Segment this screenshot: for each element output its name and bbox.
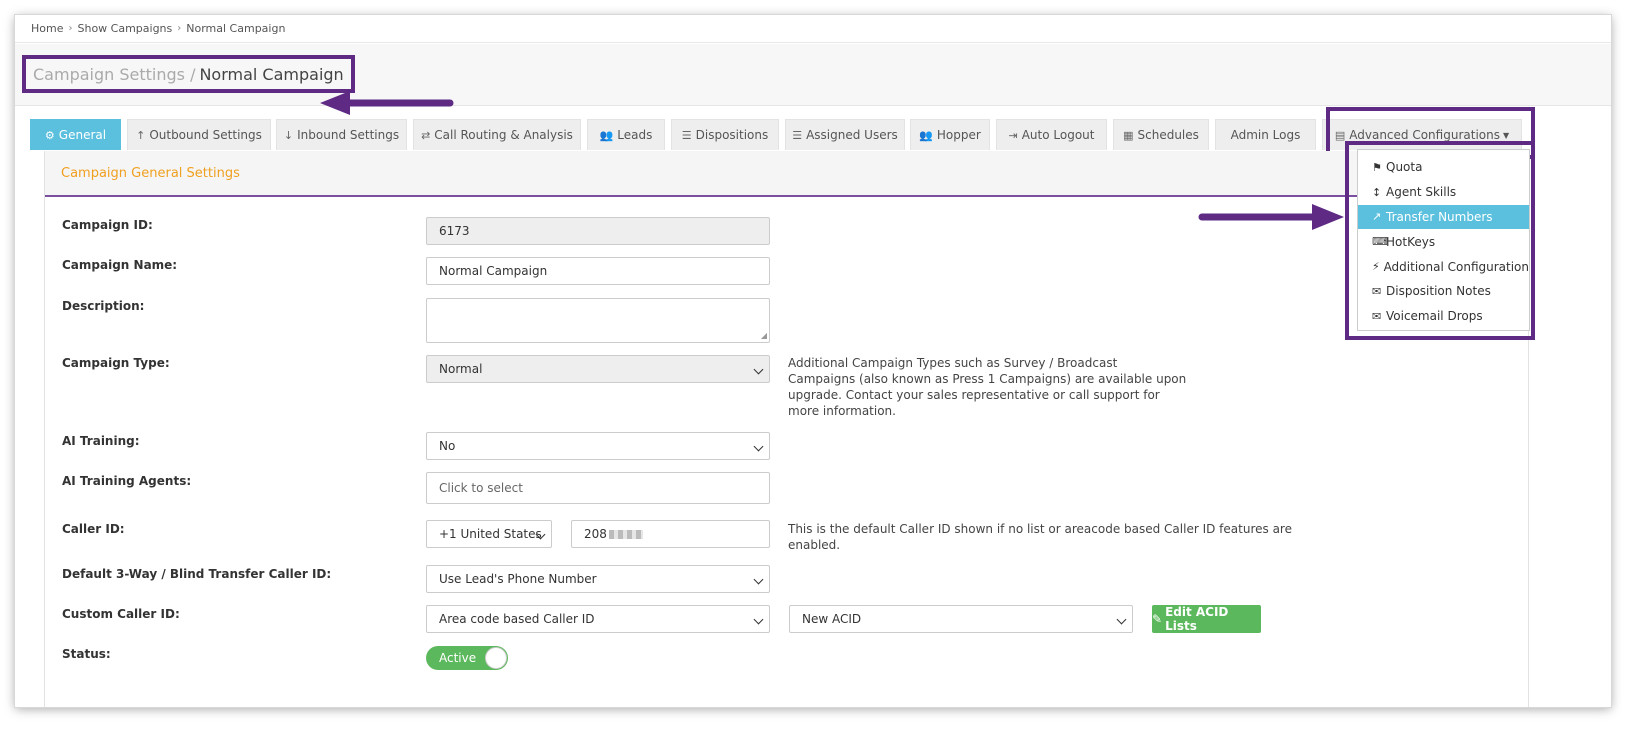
random-icon: ⇄ [421, 128, 431, 142]
ai-training-select[interactable]: No [426, 432, 770, 460]
sign-out-icon: ⇥ [1008, 128, 1018, 142]
tab-outbound-settings[interactable]: ↑ Outbound Settings [127, 119, 271, 150]
description-label: Description: [62, 299, 145, 313]
tab-auto-logout[interactable]: ⇥ Auto Logout [996, 119, 1107, 150]
highlight-frame [1345, 141, 1535, 340]
toggle-knob [485, 647, 507, 669]
page-title-main: Normal Campaign [199, 64, 344, 84]
campaign-id-label: Campaign ID: [62, 218, 153, 232]
annotation-arrow-right [1198, 204, 1344, 230]
general-settings-panel: Campaign General Settings [44, 151, 1529, 707]
edit-acid-lists-button[interactable]: ✎ Edit ACID Lists [1152, 605, 1261, 633]
tab-hopper[interactable]: 👥 Hopper [910, 119, 990, 150]
calendar-icon: ▦ [1123, 128, 1134, 142]
breadcrumb-current: Normal Campaign [186, 22, 286, 35]
campaign-type-help: Additional Campaign Types such as Survey… [788, 356, 1187, 418]
acid-list-select[interactable]: New ACID [789, 605, 1133, 633]
tab-inbound-settings[interactable]: ↓ Inbound Settings [276, 119, 407, 150]
arrow-up-icon: ↑ [136, 128, 146, 142]
tab-general[interactable]: ⚙ General [30, 119, 121, 150]
users-icon: 👥 [919, 128, 933, 142]
campaign-type-select[interactable]: Normal [426, 355, 770, 383]
status-label: Status: [62, 647, 111, 661]
tab-bar: ⚙ General ↑ Outbound Settings ↓ Inbound Set… [30, 119, 1550, 150]
panel-heading: Campaign General Settings [45, 151, 1528, 197]
caller-id-country-select[interactable]: +1 United States [426, 520, 552, 548]
campaign-name-field[interactable]: Normal Campaign [426, 257, 770, 285]
tab-schedules[interactable]: ▦ Schedules [1113, 119, 1209, 150]
pencil-icon: ✎ [1152, 612, 1163, 626]
custom-caller-id-select[interactable]: Area code based Caller ID [426, 605, 770, 633]
status-toggle[interactable]: Active [426, 646, 508, 670]
cogs-icon: ⚙ [44, 128, 55, 142]
chevron-right-icon: › [177, 23, 182, 34]
list-icon: ☰ [681, 128, 692, 142]
caller-id-label: Caller ID: [62, 522, 125, 536]
list-ol-icon: ☰ [792, 128, 803, 142]
campaign-type-label: Campaign Type: [62, 356, 170, 370]
page-title: Campaign Settings / Normal Campaign [22, 55, 355, 93]
caller-id-number-field[interactable]: 208 [571, 520, 770, 548]
breadcrumb-show-campaigns[interactable]: Show Campaigns [77, 22, 172, 35]
annotation-arrow-left [320, 91, 454, 115]
app-window: Home › Show Campaigns › Normal Campaign … [15, 15, 1611, 707]
caller-id-help: This is the default Caller ID shown if n… [788, 522, 1292, 552]
campaign-name-label: Campaign Name: [62, 258, 178, 272]
transfer-caller-id-label: Default 3-Way / Blind Transfer Caller ID… [62, 567, 332, 581]
page-title-prefix: Campaign Settings / [33, 64, 196, 84]
users-icon: 👥 [599, 128, 614, 142]
page-header: Campaign Settings / Normal Campaign [15, 44, 1611, 115]
campaign-id-field: 6173 [426, 217, 770, 245]
resize-grip-icon[interactable]: ◢ [761, 331, 767, 340]
ai-training-label: AI Training: [62, 434, 140, 448]
breadcrumb: Home › Show Campaigns › Normal Campaign [15, 15, 1611, 43]
breadcrumb-home[interactable]: Home [31, 22, 63, 35]
chevron-right-icon: › [68, 23, 73, 34]
description-textarea[interactable]: ◢ [426, 298, 770, 343]
tab-assigned-users[interactable]: ☰ Assigned Users [785, 119, 905, 150]
tab-dispositions[interactable]: ☰ Dispositions [671, 119, 779, 150]
redacted-digits [608, 529, 643, 539]
custom-caller-id-label: Custom Caller ID: [62, 607, 180, 621]
transfer-caller-id-select[interactable]: Use Lead's Phone Number [426, 565, 770, 593]
arrow-down-icon: ↓ [283, 128, 294, 142]
ai-training-agents-input[interactable]: Click to select [426, 472, 770, 504]
tab-leads[interactable]: 👥 Leads [587, 119, 665, 150]
tab-admin-logs[interactable]: Admin Logs [1215, 119, 1316, 150]
ai-training-agents-label: AI Training Agents: [62, 474, 192, 488]
tab-call-routing[interactable]: ⇄ Call Routing & Analysis [413, 119, 581, 150]
